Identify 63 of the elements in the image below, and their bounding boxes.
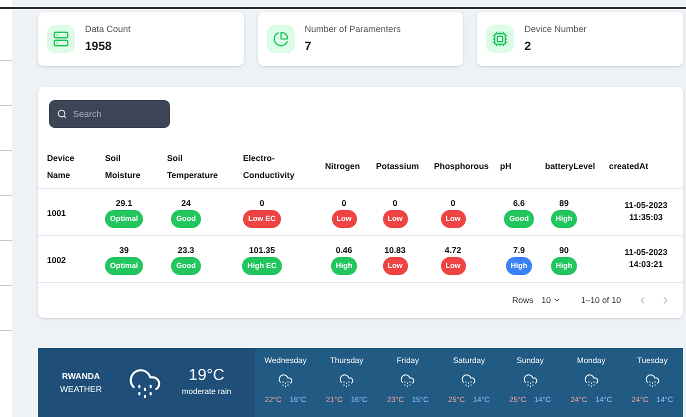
table-cell: 0 bbox=[260, 196, 264, 210]
column-header: Soil Temperature bbox=[167, 152, 218, 182]
day-name: Friday bbox=[396, 355, 419, 368]
pie-chart-icon bbox=[272, 31, 289, 47]
chip-icon bbox=[492, 31, 508, 47]
day-name: Sunday bbox=[516, 355, 544, 368]
column-header: Nitrogen bbox=[325, 160, 360, 173]
weather-place: RWANDA bbox=[62, 370, 100, 383]
table-cell: 0 bbox=[342, 196, 346, 210]
weather-title: WEATHER bbox=[60, 382, 102, 396]
table-cell: 0 bbox=[450, 196, 456, 210]
caret-icon bbox=[552, 296, 561, 304]
day-name: Tuesday bbox=[637, 355, 668, 368]
weather-condition: moderate rain bbox=[182, 386, 232, 398]
stat-label: Device Number bbox=[524, 23, 586, 36]
rain-cloud-icon bbox=[339, 373, 354, 388]
column-header: createdAt bbox=[609, 160, 648, 173]
rows-label: Rows bbox=[512, 294, 534, 306]
table-cell: 29.1 bbox=[116, 196, 132, 210]
table-cell: 0 bbox=[392, 196, 398, 210]
day-name: Saturday bbox=[452, 355, 485, 368]
table-cell: 101.35 bbox=[249, 244, 275, 256]
stat-value: 2 bbox=[524, 38, 532, 55]
rain-cloud-icon bbox=[644, 373, 660, 388]
rows-select[interactable]: 10 bbox=[541, 294, 561, 306]
table-cell: 6.6 bbox=[513, 196, 525, 210]
rain-cloud-icon bbox=[522, 373, 538, 388]
table-cell: 23.3 bbox=[178, 244, 194, 256]
stat-label: Number of Paramenters bbox=[304, 23, 401, 36]
rain-cloud-icon bbox=[400, 373, 416, 388]
table-cell-text: 11-05-2023 11:35:03 bbox=[623, 200, 668, 224]
table-cell: 89 bbox=[559, 196, 569, 210]
table-cell: 7.9 bbox=[513, 244, 525, 256]
rain-cloud-icon bbox=[278, 373, 294, 388]
day-name: Wednesday bbox=[264, 355, 307, 368]
table-cell: 4.72 bbox=[444, 244, 462, 256]
stat-value: 1958 bbox=[85, 38, 113, 55]
column-header: Potassium bbox=[376, 160, 419, 173]
column-header: Soil Moisture bbox=[105, 152, 140, 182]
table-cell: 39 bbox=[119, 244, 129, 256]
column-header: pH bbox=[500, 160, 512, 173]
table-cell: 0.46 bbox=[336, 244, 352, 256]
day-name: Thursday bbox=[330, 355, 364, 368]
day-name: Monday bbox=[577, 355, 606, 368]
table-cell: 24 bbox=[181, 196, 191, 210]
column-header: Phosphorous bbox=[434, 160, 489, 173]
column-header: batteryLevel bbox=[545, 160, 596, 173]
server-icon bbox=[53, 31, 69, 47]
rain-cloud-icon bbox=[584, 373, 599, 388]
table-cell: 1001 bbox=[47, 208, 66, 218]
table-cell: 10.83 bbox=[384, 244, 406, 256]
search-field[interactable]: Search bbox=[49, 100, 170, 128]
column-header: Device Name bbox=[47, 152, 74, 182]
page-range: 1–10 of 10 bbox=[580, 294, 621, 306]
table-cell: 90 bbox=[559, 244, 569, 256]
table-cell: 1002 bbox=[47, 255, 66, 265]
table-cell-text: 11-05-2023 14:03:21 bbox=[623, 247, 668, 271]
rain-cloud-icon bbox=[461, 373, 476, 388]
stat-value: 7 bbox=[304, 38, 312, 55]
current-temperature: 19°C bbox=[188, 368, 224, 384]
column-header: Electro-Conductivity bbox=[243, 152, 294, 182]
stat-label: Data Count bbox=[85, 23, 131, 36]
search-icon bbox=[57, 109, 67, 119]
